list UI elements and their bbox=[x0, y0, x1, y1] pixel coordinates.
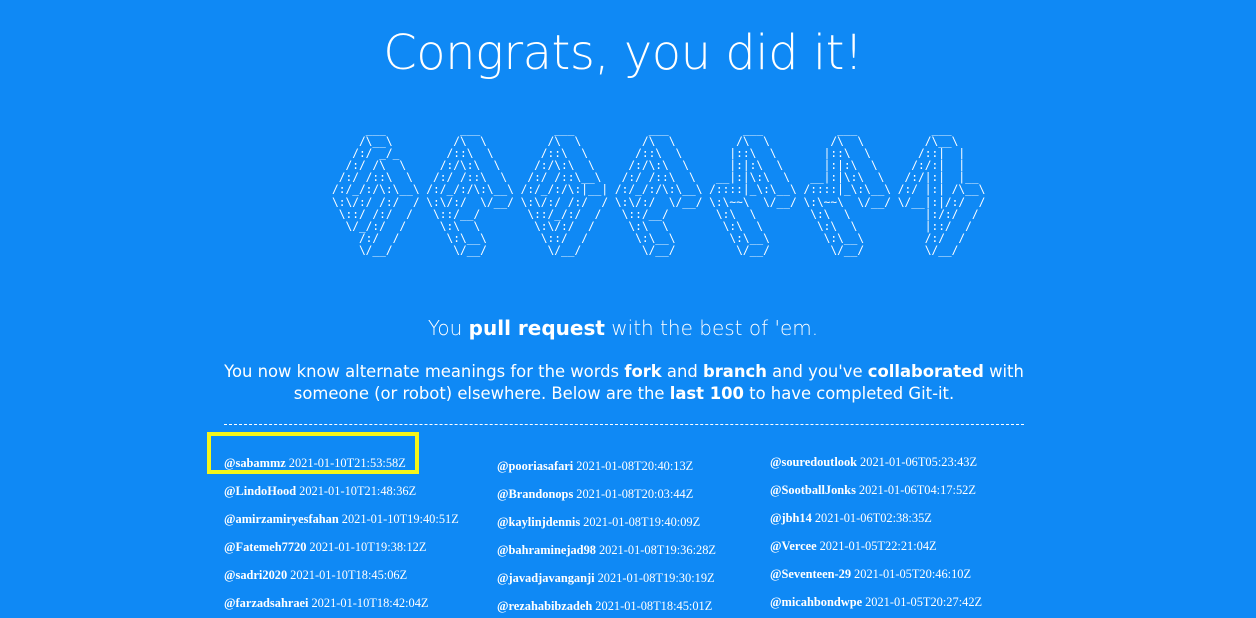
list-item: @bahraminejad98 2021-01-08T19:36:28Z bbox=[497, 536, 767, 564]
list-item: @SootballJonks 2021-01-06T04:17:52Z bbox=[770, 476, 1040, 504]
lead-prefix: You bbox=[427, 316, 469, 340]
completion-time: 2021-01-08T20:40:13Z bbox=[576, 459, 694, 473]
completion-time: 2021-01-10T19:38:12Z bbox=[309, 540, 427, 554]
list-item: @Fatemeh7720 2021-01-10T19:38:12Z bbox=[224, 533, 494, 561]
user-link[interactable]: @Brandonops bbox=[497, 487, 573, 501]
completion-time: 2021-01-06T05:23:43Z bbox=[860, 455, 978, 469]
lead-text: You pull request with the best of 'em. bbox=[0, 313, 1246, 343]
completion-time: 2021-01-05T20:27:42Z bbox=[865, 595, 983, 609]
desc-part5: to have completed Git-it. bbox=[743, 384, 955, 403]
list-item: @farzadsahraei 2021-01-10T18:42:04Z bbox=[224, 589, 494, 617]
completion-time: 2021-01-05T22:21:04Z bbox=[819, 539, 937, 553]
list-item: @pooriasafari 2021-01-08T20:40:13Z bbox=[497, 452, 767, 480]
completion-time: 2021-01-08T19:40:09Z bbox=[583, 515, 701, 529]
ascii-art-banner: ___ ___ ___ ___ ___ ___ ___ /\__\ /\ \ /… bbox=[332, 123, 986, 257]
list-item: @sadri2020 2021-01-10T18:45:06Z bbox=[224, 561, 494, 589]
completion-time: 2021-01-08T19:36:28Z bbox=[598, 543, 716, 557]
completers-column-2: @pooriasafari 2021-01-08T20:40:13Z @Brand… bbox=[497, 452, 767, 618]
completers-column-3: @souredoutlook 2021-01-06T05:23:43Z @Soot… bbox=[770, 448, 1040, 616]
desc-fork: fork bbox=[624, 362, 662, 381]
user-link[interactable]: @SootballJonks bbox=[770, 483, 856, 497]
user-link[interactable]: @LindoHood bbox=[224, 484, 296, 498]
list-item: @Seventeen-29 2021-01-05T20:46:10Z bbox=[770, 560, 1040, 588]
lead-suffix: with the best of 'em. bbox=[604, 316, 819, 340]
user-link[interactable]: @farzadsahraei bbox=[224, 596, 308, 610]
completion-time: 2021-01-06T02:38:35Z bbox=[814, 511, 932, 525]
completion-time: 2021-01-10T18:45:06Z bbox=[290, 568, 408, 582]
desc-part3: and you've bbox=[766, 362, 868, 381]
user-link[interactable]: @sadri2020 bbox=[224, 568, 287, 582]
completion-time: 2021-01-08T19:30:19Z bbox=[597, 571, 715, 585]
user-link[interactable]: @rezahabibzadeh bbox=[497, 599, 592, 613]
page-title: Congrats, you did it! bbox=[383, 25, 863, 81]
desc-collaborated: collaborated bbox=[867, 362, 984, 381]
description-text: You now know alternate meanings for the … bbox=[224, 361, 1024, 405]
user-link[interactable]: @javadjavanganji bbox=[497, 571, 595, 585]
list-item: @javadjavanganji 2021-01-08T19:30:19Z bbox=[497, 564, 767, 592]
user-link[interactable]: @pooriasafari bbox=[497, 459, 573, 473]
list-item: @kaylinjdennis 2021-01-08T19:40:09Z bbox=[497, 508, 767, 536]
user-link[interactable]: @Seventeen-29 bbox=[770, 567, 851, 581]
completion-time: 2021-01-08T18:45:01Z bbox=[595, 599, 713, 613]
list-item: @rezahabibzadeh 2021-01-08T18:45:01Z bbox=[497, 592, 767, 618]
completion-time: 2021-01-10T19:40:51Z bbox=[341, 512, 459, 526]
desc-last100: last 100 bbox=[669, 384, 744, 403]
user-link[interactable]: @micahbondwpe bbox=[770, 595, 862, 609]
list-item: @Vercee 2021-01-05T22:21:04Z bbox=[770, 532, 1040, 560]
completion-time: 2021-01-10T18:42:04Z bbox=[311, 596, 429, 610]
highlight-box bbox=[207, 432, 419, 474]
user-link[interactable]: @bahraminejad98 bbox=[497, 543, 596, 557]
user-link[interactable]: @amirzamiryesfahan bbox=[224, 512, 339, 526]
user-link[interactable]: @Fatemeh7720 bbox=[224, 540, 306, 554]
user-link[interactable]: @kaylinjdennis bbox=[497, 515, 580, 529]
list-item: @Brandonops 2021-01-08T20:03:44Z bbox=[497, 480, 767, 508]
list-item: @micahbondwpe 2021-01-05T20:27:42Z bbox=[770, 588, 1040, 616]
desc-branch: branch bbox=[702, 362, 767, 381]
completion-time: 2021-01-06T04:17:52Z bbox=[858, 483, 976, 497]
desc-part1: You now know alternate meanings for the … bbox=[224, 362, 625, 381]
user-link[interactable]: @jbh14 bbox=[770, 511, 812, 525]
dashed-divider bbox=[224, 424, 1024, 425]
list-item: @jbh14 2021-01-06T02:38:35Z bbox=[770, 504, 1040, 532]
user-link[interactable]: @Vercee bbox=[770, 539, 817, 553]
lead-bold: pull request bbox=[468, 316, 605, 340]
completion-time: 2021-01-05T20:46:10Z bbox=[854, 567, 972, 581]
completion-time: 2021-01-08T20:03:44Z bbox=[576, 487, 694, 501]
list-item: @amirzamiryesfahan 2021-01-10T19:40:51Z bbox=[224, 505, 494, 533]
list-item: @LindoHood 2021-01-10T21:48:36Z bbox=[224, 477, 494, 505]
list-item: @souredoutlook 2021-01-06T05:23:43Z bbox=[770, 448, 1040, 476]
user-link[interactable]: @souredoutlook bbox=[770, 455, 857, 469]
desc-part2: and bbox=[661, 362, 703, 381]
completion-time: 2021-01-10T21:48:36Z bbox=[299, 484, 417, 498]
